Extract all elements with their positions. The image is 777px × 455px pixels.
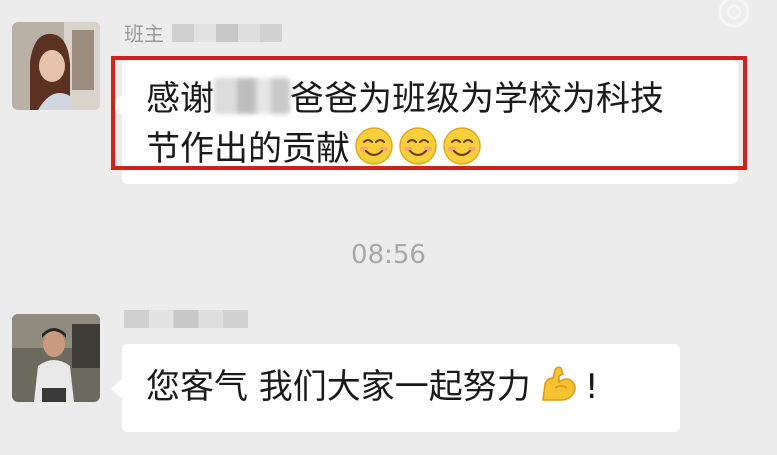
sender-name-text: 班主 bbox=[124, 22, 164, 46]
smiling-face-icon bbox=[354, 126, 394, 166]
censored-name-blur bbox=[214, 78, 290, 114]
avatar-teacher[interactable] bbox=[12, 22, 100, 110]
avatar-parent[interactable] bbox=[12, 314, 100, 402]
message-text: 您客气 我们大家一起努力 bbox=[146, 367, 531, 407]
message-text-line1: 爸爸为班级为学校为科技 bbox=[290, 79, 664, 119]
sender-name-parent bbox=[124, 310, 248, 328]
timestamp: 08:56 bbox=[351, 240, 426, 270]
message-bubble-teacher[interactable]: 感谢 爸爸为班级为学校为科技 节作出的贡献 bbox=[111, 60, 738, 184]
message-line-1: 感谢 爸爸为班级为学校为科技 bbox=[146, 74, 738, 124]
message-bubble-parent[interactable]: 您客气 我们大家一起努力 ! bbox=[111, 344, 680, 432]
sender-name: 班主 bbox=[124, 18, 282, 47]
message-text-start: 感谢 bbox=[146, 79, 214, 119]
weibo-watermark-icon bbox=[713, 0, 755, 30]
censored-name-block bbox=[124, 310, 248, 328]
emoji-row bbox=[350, 126, 482, 169]
smiling-face-icon bbox=[398, 126, 438, 166]
message-text-end: ! bbox=[584, 367, 599, 407]
smiling-face-icon bbox=[442, 126, 482, 166]
message-text-line2: 节作出的贡献 bbox=[146, 129, 350, 169]
flexed-biceps-icon bbox=[539, 364, 579, 404]
message-line-2: 节作出的贡献 bbox=[146, 124, 738, 174]
censored-name-block bbox=[172, 23, 282, 42]
